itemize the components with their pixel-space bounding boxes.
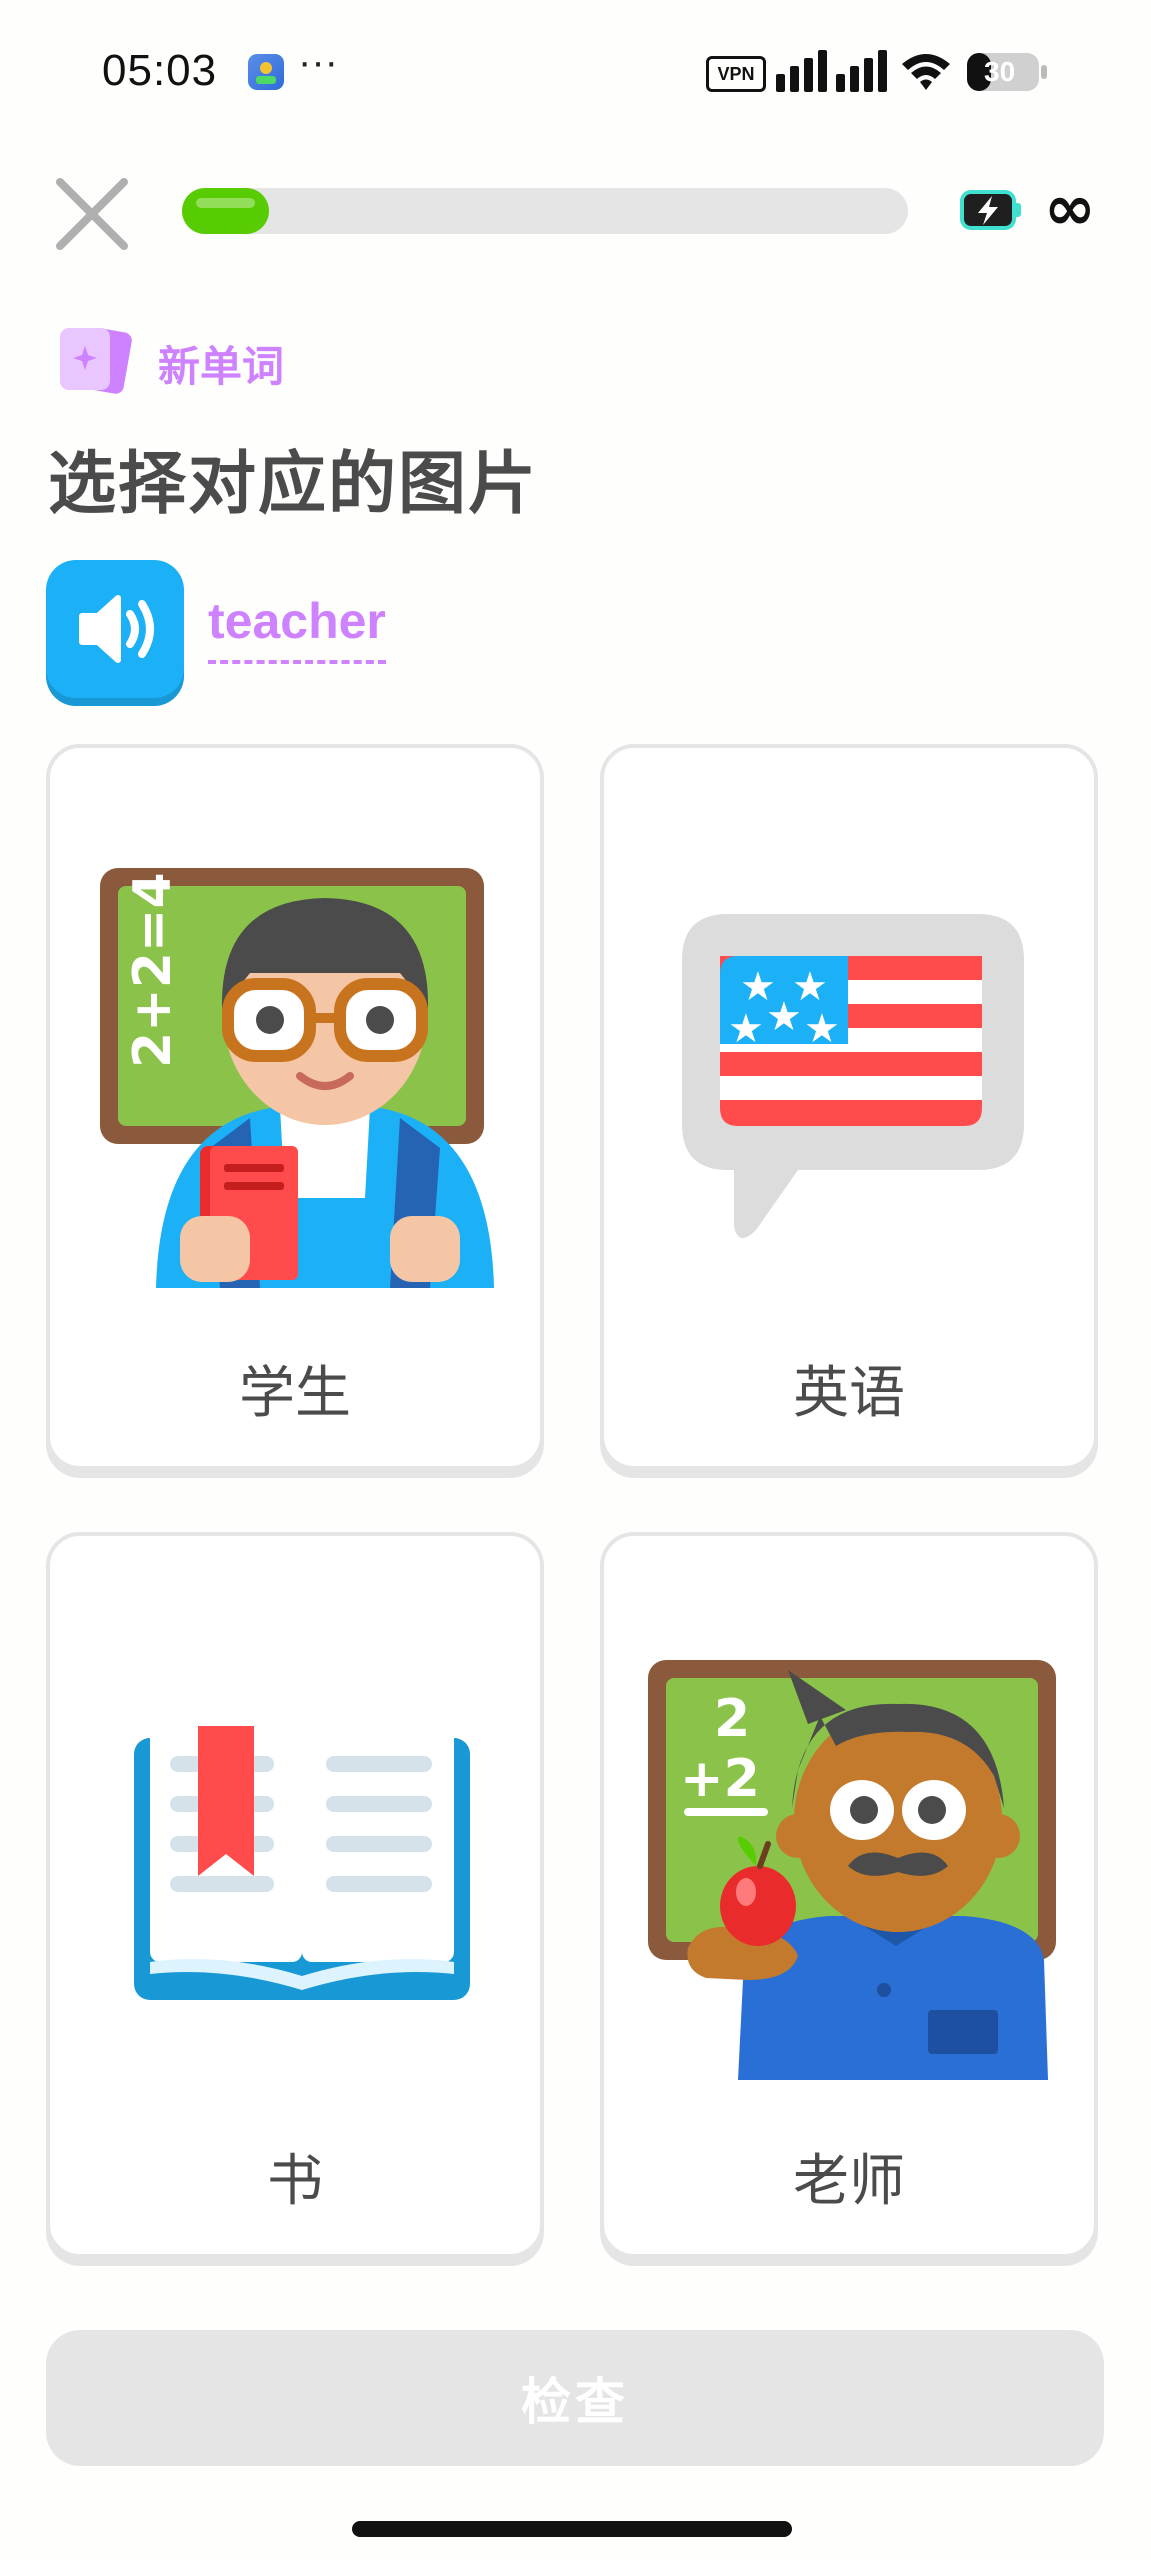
close-icon[interactable] xyxy=(54,176,130,252)
prompt-word[interactable]: teacher xyxy=(208,592,386,664)
app-notification-icon xyxy=(248,54,284,90)
signal-icon xyxy=(776,50,887,92)
energy-battery-icon[interactable] xyxy=(958,186,1024,234)
svg-text:★: ★ xyxy=(766,994,802,1040)
more-notifications-icon: ··· xyxy=(298,40,338,84)
option-card-english[interactable]: ★ ★ ★ ★ ★ 英语 xyxy=(600,744,1098,1470)
open-book-illustration xyxy=(134,1726,470,2000)
home-indicator[interactable] xyxy=(352,2521,792,2537)
battery-icon: 30 xyxy=(966,52,1048,92)
new-word-icon xyxy=(60,328,132,394)
svg-text:2+2=4: 2+2=4 xyxy=(123,872,183,1068)
option-label: 老师 xyxy=(793,2149,905,2214)
svg-text:★: ★ xyxy=(728,1006,764,1052)
speaker-icon xyxy=(79,595,154,663)
battery-level: 30 xyxy=(984,56,1016,87)
page-title: 选择对应的图片 xyxy=(48,445,539,524)
svg-text:2: 2 xyxy=(714,1689,750,1749)
option-label: 书 xyxy=(267,2149,323,2214)
teacher-illustration: 2 +2 xyxy=(648,1660,1056,2080)
lesson-progress-fill xyxy=(182,188,270,234)
option-card-teacher[interactable]: 2 +2 老师 xyxy=(600,1532,1098,2258)
new-word-badge: 新单词 xyxy=(158,342,285,391)
svg-text:★: ★ xyxy=(804,1006,840,1052)
us-flag-speech-bubble: ★ ★ ★ ★ ★ xyxy=(682,914,1024,1239)
option-card-book[interactable]: 书 xyxy=(46,1532,544,2258)
unlimited-hearts-icon: ∞ xyxy=(1044,171,1096,244)
option-label: 英语 xyxy=(793,1361,905,1426)
option-card-student[interactable]: 2+2=4 学生 xyxy=(46,744,544,1470)
check-button[interactable]: 检查 xyxy=(46,2330,1104,2466)
student-illustration: 2+2=4 xyxy=(100,868,494,1288)
status-time: 05:03 xyxy=(102,46,218,95)
lesson-progress-bar xyxy=(182,188,908,234)
vpn-icon: VPN xyxy=(706,56,766,92)
option-label: 学生 xyxy=(239,1361,351,1426)
wifi-icon xyxy=(902,54,950,90)
play-audio-button[interactable] xyxy=(46,560,184,698)
svg-text:+2: +2 xyxy=(680,1749,760,1809)
